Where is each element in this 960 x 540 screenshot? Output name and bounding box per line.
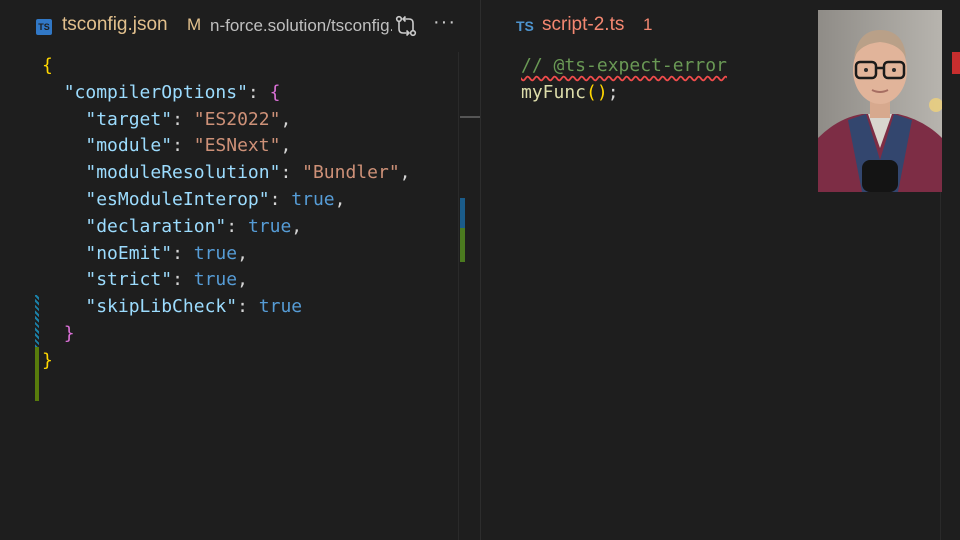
code-line[interactable]: myFunc(); (521, 79, 619, 106)
more-actions-icon[interactable]: ··· (433, 11, 456, 34)
code-token: { (269, 81, 281, 103)
code-line[interactable]: "noEmit": true, (42, 240, 248, 267)
code-token: , (291, 215, 303, 237)
code-line[interactable]: "esModuleInterop": true, (42, 186, 345, 213)
code-line[interactable]: } (42, 347, 53, 374)
problem-count-badge: 1 (643, 15, 653, 34)
code-token: "skipLibCheck" (85, 296, 238, 318)
code-token: { (42, 55, 53, 76)
code-token: // @ts-expect-error (521, 55, 727, 76)
compare-changes-icon[interactable] (394, 14, 418, 38)
tab-script-2-ts[interactable]: script-2.ts (542, 14, 624, 36)
code-token: , (237, 242, 248, 264)
modified-indicator: M (187, 15, 202, 34)
code-token: : (247, 81, 270, 103)
code-token: : (269, 189, 292, 210)
code-token: "noEmit" (85, 242, 173, 264)
code-token: "strict" (85, 269, 173, 291)
code-token: , (399, 162, 411, 184)
tab-path-breadcrumb[interactable]: n-force.solution/tsconfig.json (210, 16, 392, 36)
code-token: : (172, 135, 194, 157)
code-token: "ES2022" (193, 108, 281, 130)
code-token: , (280, 135, 292, 157)
code-token: true (193, 269, 238, 291)
code-line[interactable]: { (42, 52, 53, 79)
code-token: "esModuleInterop" (85, 189, 270, 210)
code-token: true (247, 215, 292, 237)
left-editor-group: TS tsconfig.json M n-force.solution/tsco… (0, 0, 480, 540)
code-line[interactable]: "compilerOptions": { (42, 79, 281, 106)
code-line[interactable]: } (42, 320, 75, 347)
code-line[interactable]: "declaration": true, (42, 213, 302, 240)
overview-ruler-modified-marker (460, 198, 465, 228)
code-token: , (334, 189, 346, 210)
code-token: "declaration" (85, 215, 227, 237)
code-token: "target" (85, 108, 173, 130)
typescript-file-icon: TS (516, 18, 534, 34)
code-token: : (172, 108, 194, 130)
code-token: , (237, 269, 248, 291)
error-overview-marker (952, 52, 960, 74)
editor-scrollbar-thumb[interactable] (460, 116, 480, 118)
code-token: true (193, 242, 238, 264)
code-token: ; (607, 81, 619, 103)
code-token: : (280, 162, 303, 184)
code-token: : (237, 296, 259, 318)
code-token: : (226, 215, 248, 237)
code-token: "moduleResolution" (85, 162, 281, 184)
typescript-file-icon: TS (36, 19, 52, 35)
code-token: "module" (85, 135, 173, 157)
minimap-separator (458, 52, 459, 540)
code-token: : (172, 269, 194, 291)
overview-ruler-added-marker (460, 228, 465, 262)
left-tab-bar: TS tsconfig.json M n-force.solution/tsco… (0, 0, 480, 52)
code-token: : (172, 242, 194, 264)
code-line[interactable]: "module": "ESNext", (42, 132, 291, 159)
code-token: true (258, 296, 303, 318)
code-token: true (291, 189, 335, 210)
code-line[interactable]: "moduleResolution": "Bundler", (42, 159, 411, 186)
diff-added-gutter (35, 347, 39, 401)
code-token: } (42, 349, 53, 371)
code-line[interactable]: "target": "ES2022", (42, 106, 291, 133)
diff-modified-gutter (35, 295, 39, 347)
code-line[interactable]: "strict": true, (42, 266, 248, 293)
code-line[interactable]: "skipLibCheck": true (42, 293, 302, 320)
code-token: } (63, 323, 75, 344)
code-token: "ESNext" (193, 135, 281, 157)
code-line[interactable]: // @ts-expect-error (521, 52, 727, 79)
code-token: myFunc (521, 81, 587, 103)
tab-tsconfig-json[interactable]: tsconfig.json (62, 14, 168, 36)
webcam-overlay (818, 10, 942, 192)
code-token: () (586, 81, 608, 103)
code-token: "compilerOptions" (63, 81, 248, 103)
code-token: , (280, 108, 292, 130)
code-token: "Bundler" (302, 162, 400, 184)
